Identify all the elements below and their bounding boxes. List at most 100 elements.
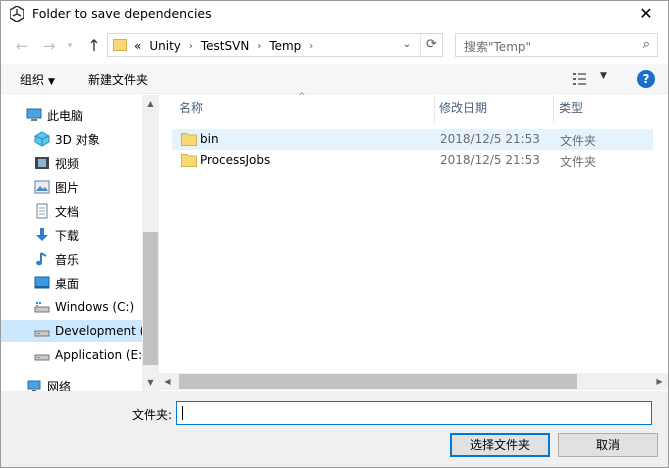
scroll-down-arrow-icon[interactable]: ▼ bbox=[142, 374, 159, 391]
chevron-down-icon: ▼ bbox=[600, 71, 607, 81]
nav-item-3d-objects[interactable]: 3D 对象 bbox=[1, 128, 142, 150]
music-icon bbox=[36, 252, 47, 266]
file-type: 文件夹 bbox=[560, 134, 597, 148]
scroll-left-arrow-icon[interactable]: ◀ bbox=[159, 373, 176, 390]
nav-item-label: 文档 bbox=[55, 204, 80, 219]
navigation-pane: 此电脑 3D 对象 视频 图片 文档 下载 音乐 桌面 Windows (C:)… bbox=[1, 95, 159, 391]
nav-scrollbar[interactable]: ▲ ▼ bbox=[142, 95, 159, 391]
footer-panel: 文件夹: 选择文件夹 取消 bbox=[1, 391, 668, 467]
folder-icon bbox=[181, 154, 197, 167]
organize-label: 组织 bbox=[20, 73, 45, 87]
nav-scroll-thumb[interactable] bbox=[143, 232, 158, 365]
documents-icon bbox=[36, 203, 48, 219]
nav-item-label: 桌面 bbox=[55, 276, 80, 291]
folder-input[interactable] bbox=[176, 401, 652, 425]
select-folder-button[interactable]: 选择文件夹 bbox=[450, 433, 550, 457]
search-box[interactable]: 搜索"Temp" ⌕ bbox=[455, 33, 658, 57]
address-row: ← → ▾ ↑ « Unity › TestSVN › Temp › ⌄ ⟳ 搜… bbox=[1, 28, 668, 64]
drive-icon bbox=[34, 330, 50, 337]
desktop-icon bbox=[34, 276, 50, 289]
column-header-name[interactable]: 名称 bbox=[179, 99, 203, 116]
nav-item-label: 音乐 bbox=[55, 252, 80, 267]
file-date: 2018/12/5 21:53 bbox=[440, 153, 540, 167]
breadcrumb-temp[interactable]: Temp bbox=[269, 39, 301, 53]
cancel-button[interactable]: 取消 bbox=[558, 433, 658, 457]
file-date: 2018/12/5 21:53 bbox=[440, 132, 540, 146]
title-bar: Folder to save dependencies ✕ bbox=[1, 1, 668, 28]
windows-drive-icon bbox=[34, 302, 50, 313]
nav-item-videos[interactable]: 视频 bbox=[1, 152, 142, 174]
nav-item-desktop[interactable]: 桌面 bbox=[1, 272, 142, 294]
video-icon bbox=[35, 157, 49, 169]
folder-dialog: Folder to save dependencies ✕ ← → ▾ ↑ « … bbox=[0, 0, 669, 468]
breadcrumb: « Unity › TestSVN › Temp › bbox=[134, 38, 313, 54]
nav-item-label: 下载 bbox=[55, 228, 80, 243]
nav-item-network[interactable]: 网络 bbox=[1, 375, 142, 391]
nav-item-label: 视频 bbox=[55, 156, 80, 171]
command-bar: 组织 ▼ 新建文件夹 ▼ ? bbox=[1, 64, 668, 94]
up-arrow-icon[interactable]: ↑ bbox=[83, 36, 105, 56]
nav-item-application-e[interactable]: Application (E:) bbox=[1, 344, 142, 366]
scroll-up-arrow-icon[interactable]: ▲ bbox=[142, 95, 159, 112]
breadcrumb-separator-icon[interactable]: › bbox=[257, 41, 261, 52]
address-history-dropdown-icon[interactable]: ⌄ bbox=[398, 37, 416, 53]
file-type: 文件夹 bbox=[560, 155, 597, 169]
nav-item-documents[interactable]: 文档 bbox=[1, 200, 142, 222]
nav-item-this-pc[interactable]: 此电脑 bbox=[1, 104, 142, 126]
refresh-icon[interactable]: ⟳ bbox=[420, 34, 442, 56]
scroll-right-arrow-icon[interactable]: ▶ bbox=[651, 373, 668, 390]
nav-item-label: 此电脑 bbox=[47, 108, 84, 123]
nav-item-label: 网络 bbox=[47, 379, 72, 392]
3d-objects-icon bbox=[34, 131, 50, 147]
breadcrumb-testsvn[interactable]: TestSVN bbox=[201, 39, 249, 53]
download-icon bbox=[36, 228, 48, 241]
back-arrow-icon[interactable]: ← bbox=[11, 36, 33, 56]
file-list: ^ 名称 修改日期 类型 bin 2018/12/5 21:53 文件夹 Pro… bbox=[159, 92, 668, 391]
file-name: bin bbox=[200, 132, 219, 146]
nav-item-label: Windows (C:) bbox=[55, 300, 135, 314]
forward-arrow-icon[interactable]: → bbox=[38, 36, 60, 56]
nav-item-music[interactable]: 音乐 bbox=[1, 248, 142, 270]
column-header-date[interactable]: 修改日期 bbox=[439, 99, 487, 116]
computer-icon bbox=[26, 108, 42, 121]
breadcrumb-separator-icon[interactable]: › bbox=[309, 41, 313, 52]
horizontal-scroll-thumb[interactable] bbox=[179, 374, 577, 389]
text-cursor bbox=[182, 406, 183, 420]
breadcrumb-unity[interactable]: Unity bbox=[149, 39, 181, 53]
search-placeholder: 搜索"Temp" bbox=[464, 40, 532, 54]
change-view-button[interactable]: ▼ bbox=[573, 70, 613, 88]
column-divider[interactable] bbox=[553, 95, 554, 123]
folder-icon bbox=[113, 39, 127, 51]
search-icon: ⌕ bbox=[642, 37, 650, 52]
recent-locations-chevron-icon[interactable]: ▾ bbox=[59, 36, 81, 56]
organize-button[interactable]: 组织 ▼ bbox=[20, 71, 55, 88]
folder-field-label: 文件夹: bbox=[132, 408, 173, 422]
nav-item-development[interactable]: Development ( bbox=[1, 320, 142, 342]
address-bar[interactable]: « Unity › TestSVN › Temp › ⌄ ⟳ bbox=[107, 33, 443, 57]
nav-item-label: Application (E:) bbox=[55, 348, 142, 362]
nav-item-label: Development ( bbox=[55, 324, 142, 338]
horizontal-scrollbar[interactable]: ◀ ▶ bbox=[159, 373, 668, 390]
network-icon bbox=[27, 380, 41, 391]
sort-ascending-icon: ^ bbox=[298, 92, 306, 102]
nav-item-windows-c[interactable]: Windows (C:) bbox=[1, 296, 142, 318]
file-name: ProcessJobs bbox=[200, 153, 271, 167]
view-options-icon bbox=[573, 73, 586, 85]
file-row-bin[interactable]: bin 2018/12/5 21:53 文件夹 bbox=[172, 129, 653, 150]
drive-icon bbox=[34, 354, 50, 361]
help-icon[interactable]: ? bbox=[637, 70, 655, 88]
close-button[interactable]: ✕ bbox=[624, 1, 668, 28]
nav-item-downloads[interactable]: 下载 bbox=[1, 224, 142, 246]
nav-item-label: 图片 bbox=[55, 180, 80, 195]
new-folder-button[interactable]: 新建文件夹 bbox=[88, 71, 148, 88]
file-row-processjobs[interactable]: ProcessJobs 2018/12/5 21:53 文件夹 bbox=[172, 150, 653, 171]
breadcrumb-separator-icon[interactable]: › bbox=[189, 41, 193, 52]
column-divider[interactable] bbox=[434, 95, 435, 123]
window-title: Folder to save dependencies bbox=[32, 6, 212, 21]
pictures-icon bbox=[34, 180, 50, 194]
nav-item-pictures[interactable]: 图片 bbox=[1, 176, 142, 198]
chevron-down-icon: ▼ bbox=[48, 77, 55, 87]
breadcrumb-overflow[interactable]: « bbox=[134, 39, 141, 53]
unity-icon bbox=[10, 6, 24, 22]
column-header-type[interactable]: 类型 bbox=[559, 99, 583, 116]
